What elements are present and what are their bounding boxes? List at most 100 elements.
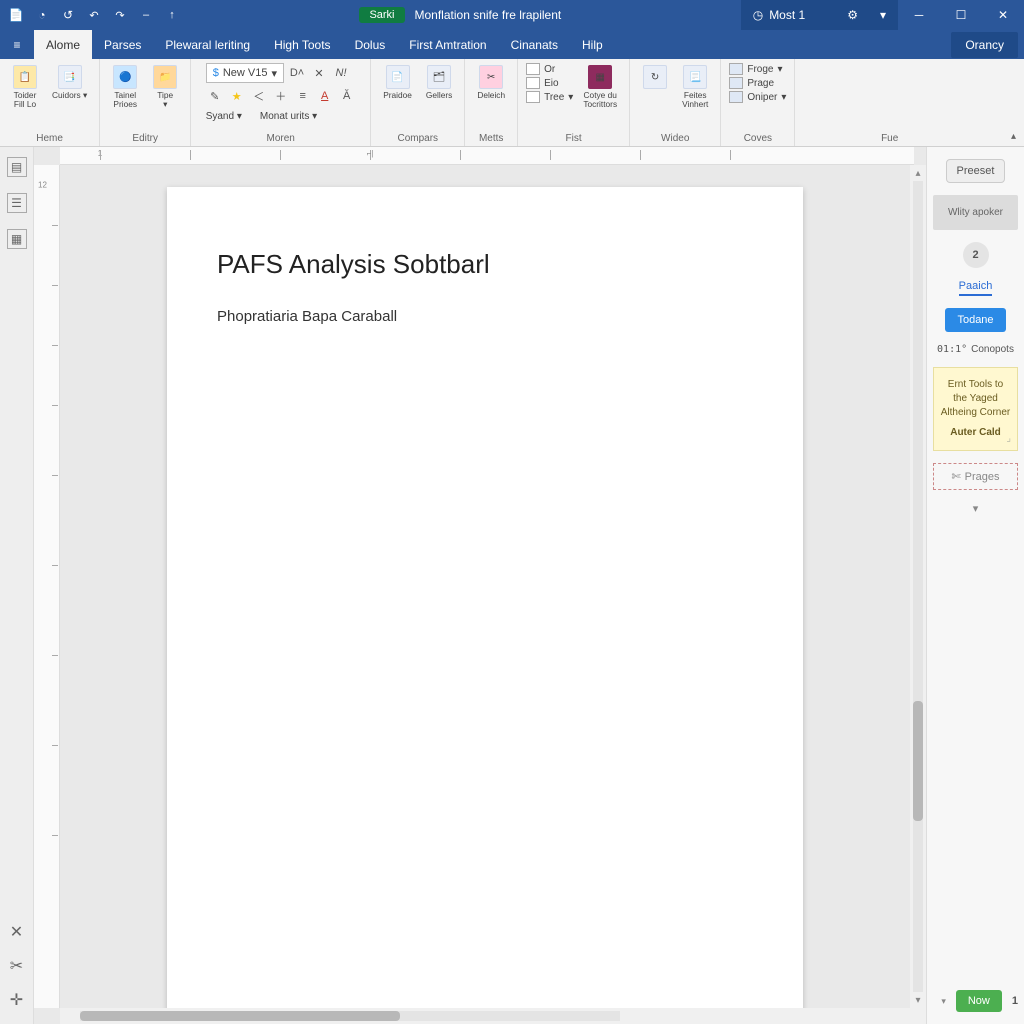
maximize-button[interactable]: ☐: [940, 0, 982, 30]
scroll-down-small-icon[interactable]: ▾: [941, 996, 946, 1007]
document-heading[interactable]: PAFS Analysis Sobtbarl: [217, 249, 753, 280]
tool-add-icon[interactable]: ✛: [10, 990, 23, 1010]
scroll-thumb[interactable]: [80, 1011, 400, 1021]
praidoe-button[interactable]: 📄Praidoe: [379, 63, 416, 102]
group-label: Fist: [566, 131, 582, 144]
save-badge[interactable]: Sarki: [359, 7, 404, 23]
horizontal-ruler[interactable]: 1 ⌐|: [60, 147, 914, 165]
note-resize-icon[interactable]: ⌟: [1006, 432, 1011, 446]
scroll-track[interactable]: [80, 1011, 620, 1021]
tab-cinanats[interactable]: Cinanats: [499, 30, 570, 59]
share-button[interactable]: Orancy: [951, 32, 1018, 58]
deleich-button[interactable]: ✂Deleich: [473, 63, 509, 102]
group-label: Fue: [881, 131, 898, 144]
horizontal-scrollbar[interactable]: [60, 1008, 926, 1024]
file-menu-button[interactable]: ≡: [0, 30, 34, 59]
lessthan-icon[interactable]: ＜: [250, 87, 268, 105]
pin-icon[interactable]: ↑: [164, 7, 180, 23]
preset-button[interactable]: Preeset: [946, 159, 1006, 183]
tab-dolus[interactable]: Dolus: [343, 30, 398, 59]
tab-plewaral[interactable]: Plewaral leriting: [153, 30, 262, 59]
main-area: ▤ ☰ ▦ ✕ ✂ ✛ 1 ⌐| 12: [0, 147, 1024, 1024]
toider-button[interactable]: 📋ToiderFill Lo: [8, 63, 42, 111]
pages-label: Prages: [965, 471, 1000, 483]
document-canvas[interactable]: PAFS Analysis Sobtbarl Phopratiaria Bapa…: [60, 165, 910, 1008]
sticky-note[interactable]: Ernt Tools to the Yaged Altheing Corner …: [933, 367, 1018, 451]
font-color-icon[interactable]: A: [316, 87, 334, 105]
document-subheading[interactable]: Phopratiaria Bapa Caraball: [217, 308, 753, 325]
strike-button[interactable]: ✕: [310, 64, 328, 82]
pages-drop[interactable]: ✄ Prages: [933, 463, 1018, 490]
dash-icon[interactable]: –: [138, 7, 154, 23]
cotye-button[interactable]: ▦Cotye duTocrittors: [579, 63, 621, 111]
menu-bar: ≡ Alome Parses Plewaral leriting High To…: [0, 30, 1024, 59]
cuidors-button[interactable]: 📑Cuidors ▾: [48, 63, 91, 102]
sync-icon[interactable]: ↺: [60, 7, 76, 23]
document-title: Monflation snife fre lrapilent: [415, 8, 562, 22]
group-label: Coves: [744, 131, 772, 144]
or-option[interactable]: Or: [526, 63, 573, 75]
tainel-button[interactable]: 🔵TainelPrioes: [108, 63, 142, 111]
coves-stack: Froge ▾ Prage Oniper ▾: [729, 63, 786, 103]
nav-comments-icon[interactable]: ☰: [7, 193, 27, 213]
new-button[interactable]: Now: [956, 990, 1002, 1012]
star-icon[interactable]: ★: [228, 87, 246, 105]
settings-icon[interactable]: ⚙: [847, 8, 858, 22]
froge-option[interactable]: Froge ▾: [729, 63, 786, 75]
font-selector[interactable]: $New V15 ▾: [206, 63, 284, 83]
note-author: Auter Cald: [940, 426, 1011, 440]
components-item[interactable]: 01:1° Conopots: [937, 344, 1014, 355]
tab-parses[interactable]: Parses: [92, 30, 153, 59]
tab-amtration[interactable]: First Amtration: [397, 30, 498, 59]
oniper-option[interactable]: Oniper ▾: [729, 91, 786, 103]
undo-icon[interactable]: ↶: [86, 7, 102, 23]
chevron-down-icon[interactable]: ▾: [880, 8, 886, 22]
highlight-icon[interactable]: Ă: [338, 87, 356, 105]
gellers-button[interactable]: 🗂Gellers: [422, 63, 456, 102]
scroll-track[interactable]: [913, 181, 923, 992]
mode-selector[interactable]: ◷ Most 1 ⚙ ▾: [741, 0, 898, 30]
minimize-button[interactable]: ─: [898, 0, 940, 30]
scroll-down-icon[interactable]: ▾: [910, 992, 926, 1008]
nav-grid-icon[interactable]: ▦: [7, 229, 27, 249]
comp-prefix: 01:1°: [937, 344, 967, 355]
feites-button[interactable]: 📃FeitesVinhert: [678, 63, 712, 111]
font-minus[interactable]: D˄: [288, 64, 306, 82]
pencil-icon[interactable]: ✎: [206, 87, 224, 105]
document-area: 1 ⌐| 12: [34, 147, 926, 1024]
align-icon[interactable]: ≡: [294, 87, 312, 105]
scroll-thumb[interactable]: [913, 701, 923, 821]
wity-box[interactable]: Wlity apoker: [933, 195, 1018, 230]
ribbon-group-metts: ✂Deleich Metts: [465, 59, 518, 146]
monat-button[interactable]: Monat urits ▾: [260, 111, 317, 122]
syand-button[interactable]: Syand ▾: [206, 111, 242, 122]
tool-cross-icon[interactable]: ✕: [10, 922, 23, 942]
vertical-scrollbar[interactable]: ▴ ▾: [910, 165, 926, 1008]
close-button[interactable]: ✕: [982, 0, 1024, 30]
collapse-ribbon-button[interactable]: ▴: [1011, 131, 1016, 142]
fist-stack: Or Eio Tree ▾: [526, 63, 573, 103]
tree-option[interactable]: Tree ▾: [526, 91, 573, 103]
chevron-down-icon[interactable]: ▾: [973, 502, 979, 515]
drop-icon[interactable]: ◔: [34, 7, 50, 23]
vertical-ruler[interactable]: 12: [34, 165, 60, 1008]
tool-shuffle-icon[interactable]: ✂: [10, 956, 23, 976]
badge-count: 2: [963, 242, 989, 268]
primary-action-button[interactable]: Todane: [945, 308, 1005, 332]
scroll-up-icon[interactable]: ▴: [910, 165, 926, 181]
prage-option[interactable]: Prage: [729, 77, 786, 89]
nav-outline-icon[interactable]: ▤: [7, 157, 27, 177]
loop-button[interactable]: ↻: [638, 63, 672, 93]
eio-option[interactable]: Eio: [526, 77, 573, 89]
app-icon: 📄: [8, 7, 24, 23]
italic-button[interactable]: N!: [332, 64, 350, 82]
redo-icon[interactable]: ↷: [112, 7, 128, 23]
badge-label[interactable]: Paaich: [959, 280, 993, 296]
tab-hightoots[interactable]: High Toots: [262, 30, 342, 59]
tipe-button[interactable]: 📁Tipe▾: [148, 63, 182, 111]
ruler-mark: ⌐|: [367, 149, 374, 158]
page[interactable]: PAFS Analysis Sobtbarl Phopratiaria Bapa…: [167, 187, 803, 1008]
tab-home[interactable]: Alome: [34, 30, 92, 59]
tab-help[interactable]: Hilp: [570, 30, 615, 59]
plus-icon[interactable]: ＋: [272, 87, 290, 105]
